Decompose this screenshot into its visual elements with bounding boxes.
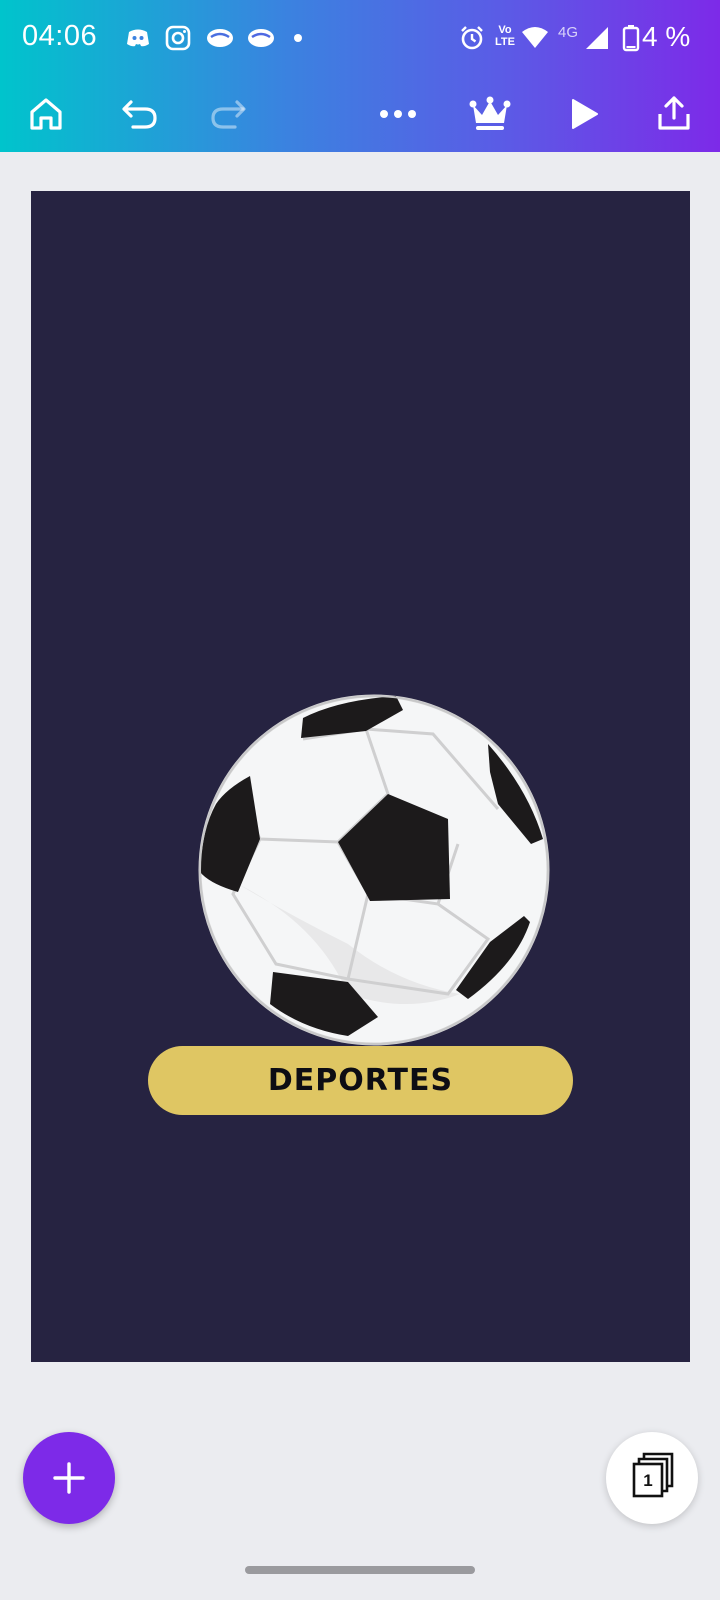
add-element-button[interactable] [23,1432,115,1524]
more-icon [380,110,416,118]
deportes-label-text: DEPORTES [267,1063,454,1098]
play-icon [572,99,598,129]
volte-label-top: Vo [498,24,512,36]
status-bar: 04:06 Vo LTE 4G 4 % [0,0,720,78]
share-icon [658,96,690,130]
app-notification-icon [207,29,233,47]
status-time: 04:06 [22,20,98,52]
plus-icon [53,1462,85,1494]
premium-button[interactable] [460,84,520,144]
volte-label-bottom: LTE [495,36,515,48]
present-button[interactable] [554,84,614,144]
redo-icon [211,100,246,129]
app-notification-icon [248,29,274,47]
discord-icon [127,29,149,47]
crown-icon [469,96,511,130]
pages-button[interactable]: 1 [606,1432,698,1524]
soccer-ball-graphic[interactable] [198,694,550,1046]
home-button[interactable] [16,84,76,144]
undo-button[interactable] [110,84,170,144]
signal-icon [586,27,608,49]
wifi-icon [522,27,548,48]
alarm-icon [461,26,483,50]
gesture-home-bar[interactable] [245,1566,475,1574]
home-icon [30,98,62,130]
pages-count: 1 [643,1471,653,1490]
more-options-button[interactable] [368,84,428,144]
more-notifications-dot-icon [294,34,302,42]
share-button[interactable] [644,84,704,144]
undo-icon [122,100,157,129]
instagram-icon [165,25,191,51]
volte-icon: Vo LTE [493,24,517,48]
network-type-label: 4G [558,24,579,41]
battery-percent: 4 % [642,21,691,52]
deportes-label[interactable]: DEPORTES [148,1046,573,1115]
editor-toolbar [0,78,720,152]
top-bar: 04:06 Vo LTE 4G 4 % [0,0,720,152]
redo-button[interactable] [198,84,258,144]
battery-icon [622,25,640,52]
